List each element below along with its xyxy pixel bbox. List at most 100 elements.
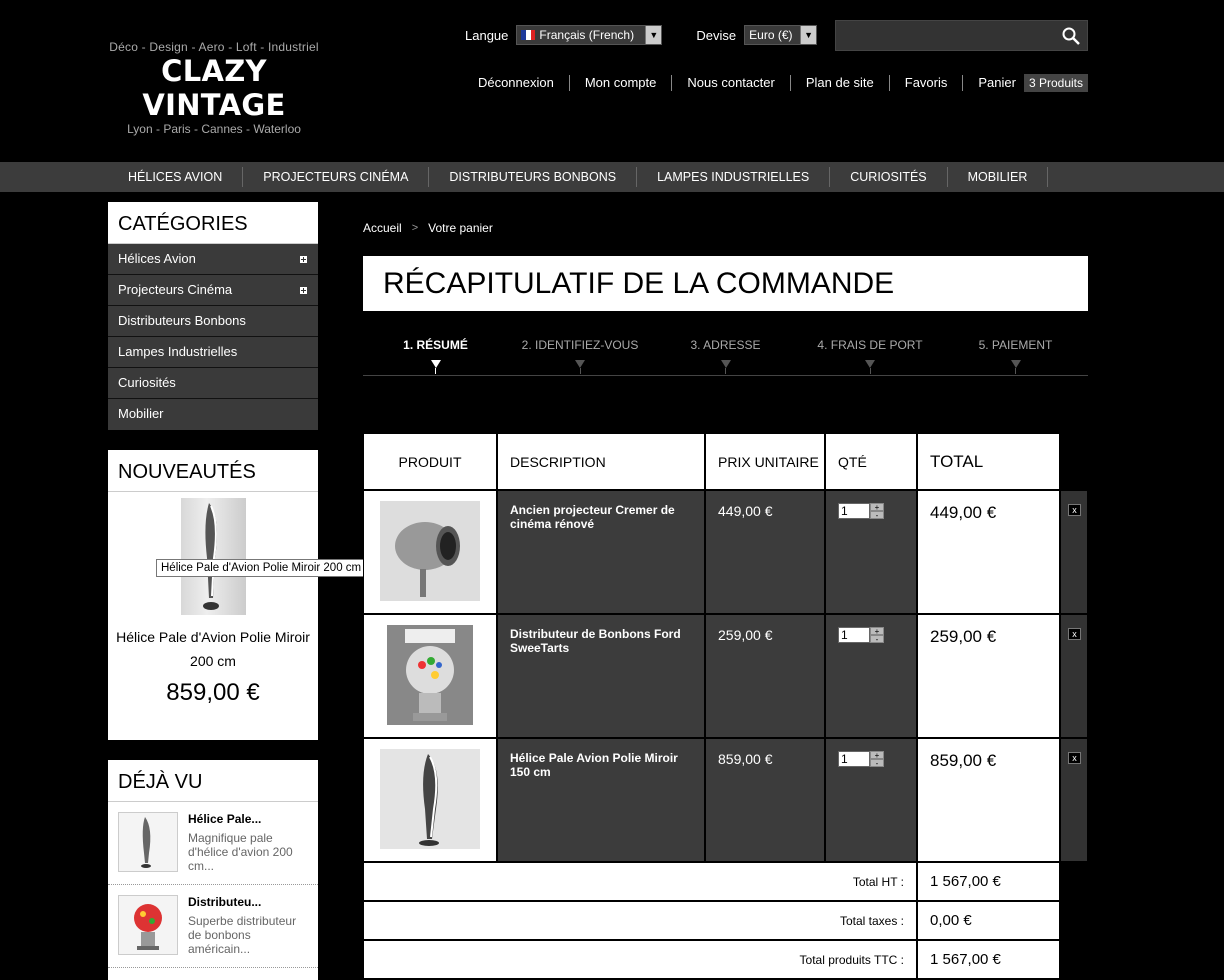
contact-link[interactable]: Nous contacter bbox=[672, 75, 791, 91]
expand-plus-icon[interactable] bbox=[300, 256, 307, 263]
category-item[interactable]: Distributeurs Bonbons bbox=[108, 306, 318, 337]
language-select[interactable]: Français (French) ▼ bbox=[516, 25, 663, 45]
viewed-item-name[interactable]: Distributeu... bbox=[188, 895, 261, 909]
product-description[interactable]: Distributeur de Bonbons Ford SweeTarts bbox=[497, 614, 705, 738]
category-label: Projecteurs Cinéma bbox=[118, 282, 233, 297]
viewed-item-name[interactable]: Hélice Pale... bbox=[188, 812, 261, 826]
total-ttc-value: 1 567,00 € bbox=[917, 940, 1060, 979]
total-ht-value: 1 567,00 € bbox=[917, 862, 1060, 901]
new-products-title: NOUVEAUTÉS bbox=[108, 450, 318, 492]
logout-link[interactable]: Déconnexion bbox=[463, 75, 570, 91]
row-total: 259,00 € bbox=[917, 614, 1060, 738]
qty-minus-button[interactable]: - bbox=[870, 635, 884, 644]
total-ttc-label: Total produits TTC : bbox=[363, 940, 917, 979]
step-summary: 1. RÉSUMÉ bbox=[393, 338, 478, 374]
new-products-block: NOUVEAUTÉS Hélice Pale d'Avion Polie Mir… bbox=[108, 450, 318, 740]
category-item[interactable]: Hélices Avion bbox=[108, 244, 318, 275]
logo-tagline: Déco - Design - Aero - Loft - Industriel bbox=[109, 40, 319, 54]
propeller-blade-icon bbox=[141, 817, 151, 868]
sitemap-link[interactable]: Plan de site bbox=[791, 75, 890, 91]
menu-item-mobilier[interactable]: MOBILIER bbox=[948, 167, 1049, 187]
breadcrumb-home[interactable]: Accueil bbox=[363, 221, 402, 235]
category-label: Distributeurs Bonbons bbox=[118, 313, 246, 328]
col-total: TOTAL bbox=[917, 433, 1060, 490]
cart-row: Ancien projecteur Cremer de cinéma rénov… bbox=[363, 490, 1088, 614]
candy-dispenser-icon bbox=[134, 904, 162, 950]
qty-plus-button[interactable]: + bbox=[870, 751, 884, 760]
main-menu: HÉLICES AVION PROJECTEURS CINÉMA DISTRIB… bbox=[0, 162, 1224, 192]
viewed-item[interactable]: Hélice Pale... Magnifique pale d'hélice … bbox=[108, 802, 318, 885]
unit-price: 859,00 € bbox=[705, 738, 825, 862]
product-image[interactable] bbox=[380, 749, 480, 849]
breadcrumb-current: Votre panier bbox=[428, 221, 493, 235]
category-item[interactable]: Curiosités bbox=[108, 368, 318, 399]
propeller-product-image[interactable] bbox=[180, 498, 246, 615]
product-description[interactable]: Ancien projecteur Cremer de cinéma rénov… bbox=[497, 490, 705, 614]
col-unit-price: PRIX UNITAIRE bbox=[705, 433, 825, 490]
product-image[interactable] bbox=[387, 625, 473, 725]
menu-item-curiosites[interactable]: CURIOSITÉS bbox=[830, 167, 948, 187]
currency-value: Euro (€) bbox=[749, 28, 793, 42]
step-marker-icon bbox=[1010, 360, 1021, 368]
category-label: Curiosités bbox=[118, 375, 176, 390]
step-marker-icon bbox=[575, 360, 585, 368]
breadcrumb: Accueil > Votre panier bbox=[363, 221, 493, 235]
col-qty: QTÉ bbox=[825, 433, 917, 490]
qty-plus-button[interactable]: + bbox=[870, 627, 884, 636]
step-label: 3. ADRESSE bbox=[690, 338, 761, 352]
menu-item-distributeurs[interactable]: DISTRIBUTEURS BONBONS bbox=[429, 167, 638, 187]
my-account-link[interactable]: Mon compte bbox=[570, 75, 673, 91]
delete-button[interactable]: x bbox=[1068, 752, 1081, 764]
delete-button[interactable]: x bbox=[1068, 504, 1081, 516]
viewed-item-desc: Superbe distributeur de bonbons américai… bbox=[188, 914, 297, 956]
new-product-title[interactable]: Hélice Pale d'Avion Polie Miroir 200 cm bbox=[108, 625, 318, 673]
cart-link[interactable]: Panier bbox=[963, 75, 1024, 91]
projector-icon bbox=[380, 501, 480, 601]
menu-item-helices[interactable]: HÉLICES AVION bbox=[108, 167, 244, 187]
locale-selectors: Langue Français (French) ▼ Devise Euro (… bbox=[465, 25, 818, 45]
category-label: Lampes Industrielles bbox=[118, 344, 238, 359]
currency-select[interactable]: Euro (€) ▼ bbox=[744, 25, 818, 45]
qty-minus-button[interactable]: - bbox=[870, 511, 884, 520]
france-flag-icon bbox=[521, 30, 536, 40]
quantity-input[interactable] bbox=[838, 751, 870, 767]
viewed-thumbnail[interactable] bbox=[118, 895, 178, 955]
col-product: PRODUIT bbox=[363, 433, 497, 490]
total-ht-row: Total HT : 1 567,00 € bbox=[363, 862, 1088, 901]
step-payment: 5. PAIEMENT bbox=[968, 338, 1063, 374]
viewed-item[interactable]: Distributeu... Superbe distributeur de b… bbox=[108, 885, 318, 968]
step-marker-icon bbox=[720, 360, 731, 368]
category-item[interactable]: Lampes Industrielles bbox=[108, 337, 318, 368]
viewed-products-block: DÉJÀ VU Hélice Pale... Magnifique pale d… bbox=[108, 760, 318, 980]
qty-minus-button[interactable]: - bbox=[870, 759, 884, 768]
qty-plus-button[interactable]: + bbox=[870, 503, 884, 512]
step-label: 4. FRAIS DE PORT bbox=[817, 338, 923, 352]
expand-plus-icon[interactable] bbox=[300, 287, 307, 294]
propeller-blade-icon bbox=[202, 503, 219, 610]
delete-button[interactable]: x bbox=[1068, 628, 1081, 640]
quantity-input[interactable] bbox=[838, 503, 870, 519]
category-item[interactable]: Projecteurs Cinéma bbox=[108, 275, 318, 306]
category-item[interactable]: Mobilier bbox=[108, 399, 318, 430]
menu-item-lampes[interactable]: LAMPES INDUSTRIELLES bbox=[637, 167, 831, 187]
viewed-thumbnail[interactable] bbox=[118, 812, 178, 872]
categories-block: CATÉGORIES Hélices Avion Projecteurs Cin… bbox=[108, 202, 318, 430]
user-nav: Déconnexion Mon compte Nous contacter Pl… bbox=[463, 74, 1088, 92]
search-input[interactable] bbox=[836, 21, 1056, 50]
viewed-title: DÉJÀ VU bbox=[108, 760, 318, 802]
cart-count-badge[interactable]: 3 Produits bbox=[1023, 74, 1088, 92]
language-label: Langue bbox=[465, 27, 509, 43]
favorites-link[interactable]: Favoris bbox=[890, 75, 964, 91]
step-shipping: 4. FRAIS DE PORT bbox=[810, 338, 930, 374]
cart-header-row: PRODUIT DESCRIPTION PRIX UNITAIRE QTÉ TO… bbox=[363, 433, 1088, 490]
product-description[interactable]: Hélice Pale Avion Polie Miroir 150 cm bbox=[497, 738, 705, 862]
step-label: 2. IDENTIFIEZ-VOUS bbox=[521, 338, 639, 352]
search-icon[interactable] bbox=[1061, 26, 1081, 46]
site-logo[interactable]: Déco - Design - Aero - Loft - Industriel… bbox=[108, 40, 320, 136]
step-label: 5. PAIEMENT bbox=[978, 338, 1053, 352]
menu-item-projecteurs[interactable]: PROJECTEURS CINÉMA bbox=[243, 167, 430, 187]
quantity-input[interactable] bbox=[838, 627, 870, 643]
product-image[interactable] bbox=[380, 501, 480, 601]
step-address: 3. ADRESSE bbox=[678, 338, 773, 374]
unit-price: 449,00 € bbox=[705, 490, 825, 614]
